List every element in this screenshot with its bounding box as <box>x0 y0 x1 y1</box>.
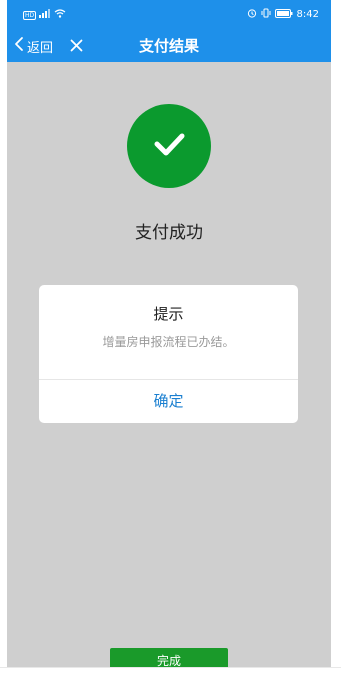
dialog-title: 提示 <box>153 305 184 323</box>
alert-dialog: 提示 增量房申报流程已办结。 确定 <box>39 285 298 423</box>
wifi-icon <box>54 9 66 21</box>
hd-icon: HD <box>23 10 37 20</box>
back-label: 返回 <box>27 40 54 56</box>
alarm-icon <box>247 8 257 21</box>
success-badge <box>127 104 211 188</box>
done-button[interactable]: 完成 <box>110 648 228 668</box>
status-left: HD <box>23 9 66 21</box>
dialog-message: 增量房申报流程已办结。 <box>102 335 235 349</box>
divider <box>0 667 341 668</box>
close-button[interactable] <box>68 30 84 62</box>
payment-result-text: 支付成功 <box>135 223 203 243</box>
battery-icon <box>274 8 293 21</box>
status-bar: HD 8:42 <box>7 0 331 30</box>
app-screen: HD 8:42 返回 支付结果 支付成功 提示 增量房申报流程已办结。 确定 完… <box>7 0 331 668</box>
status-right: 8:42 <box>247 8 319 21</box>
chevron-left-icon <box>13 36 25 56</box>
page-title: 支付结果 <box>138 37 199 55</box>
back-button[interactable]: 返回 <box>13 30 53 62</box>
vibrate-icon <box>261 8 271 21</box>
signal-icon <box>39 9 51 21</box>
checkmark-icon <box>146 121 192 171</box>
nav-bar: 返回 支付结果 <box>7 30 331 62</box>
close-icon <box>70 37 83 56</box>
status-time: 8:42 <box>296 9 319 20</box>
confirm-button[interactable]: 确定 <box>39 380 298 423</box>
